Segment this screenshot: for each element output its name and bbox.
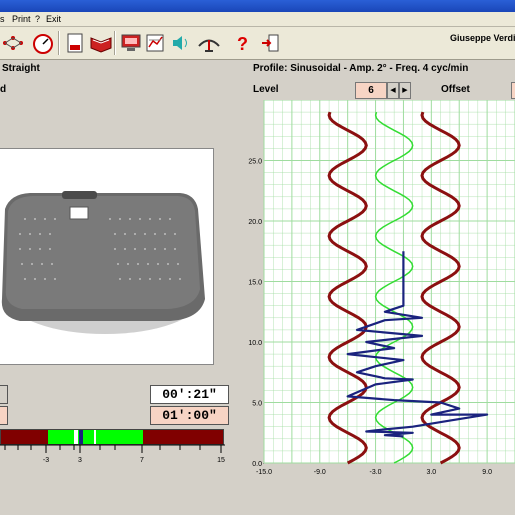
profile-label: Profile: Sinusoidal - Amp. 2° - Freq. 4 … xyxy=(253,63,469,74)
monitor-icon[interactable] xyxy=(118,30,144,56)
level-decrement-button[interactable]: ◀ xyxy=(387,82,399,99)
menu-item-help[interactable]: ? xyxy=(35,14,40,24)
scale-label-neg3: -3 xyxy=(43,457,49,464)
x-tick-label: 9.0 xyxy=(482,469,492,476)
mode-label: Straight xyxy=(2,63,40,74)
x-tick-label: 3.0 xyxy=(426,469,436,476)
title-bar xyxy=(0,0,515,12)
y-tick-label: 10.0 xyxy=(248,340,262,347)
level-label: Level xyxy=(253,84,279,95)
help-icon[interactable]: ? xyxy=(229,30,255,56)
clipboard-icon[interactable] xyxy=(62,30,88,56)
network-icon[interactable] xyxy=(0,30,26,56)
toolbar: ? xyxy=(0,27,515,60)
menu-item-exit[interactable]: Exit xyxy=(46,14,61,24)
balance-icon[interactable] xyxy=(196,30,222,56)
offset-label: Offset xyxy=(441,84,470,95)
balance-scale: -3 3 7 15 xyxy=(0,444,225,464)
x-tick-label: -3.0 xyxy=(370,469,382,476)
total-time: 01':00" xyxy=(150,406,229,425)
y-tick-label: 15.0 xyxy=(248,280,262,287)
y-tick-label: 25.0 xyxy=(248,159,262,166)
menu-item-print[interactable]: Print xyxy=(12,14,31,24)
menu-item-s[interactable]: s xyxy=(0,14,5,24)
svg-text:?: ? xyxy=(237,34,248,54)
speaker-icon[interactable] xyxy=(168,30,194,56)
chart-edit-icon[interactable] xyxy=(143,30,169,56)
platform-image xyxy=(0,148,214,365)
left-box-1 xyxy=(0,385,8,404)
x-tick-label: -15.0 xyxy=(256,469,272,476)
balance-chart: -15.0 -9.0 -3.0 3.0 9.0 0.0 5.0 10.0 15.0 20.0 25.… xyxy=(248,100,515,476)
balance-indicator xyxy=(79,430,83,444)
y-tick-label: 5.0 xyxy=(252,401,262,408)
x-tick-label: -9.0 xyxy=(314,469,326,476)
elapsed-time: 00':21" xyxy=(150,385,229,404)
y-tick-label: 0.0 xyxy=(252,461,262,468)
book-icon[interactable] xyxy=(88,30,114,56)
level-increment-button[interactable]: ▶ xyxy=(399,82,411,99)
y-tick-label: 20.0 xyxy=(248,219,262,226)
user-name: Giuseppe Verdi xyxy=(450,33,515,43)
scale-label-15: 15 xyxy=(217,457,225,464)
balance-bar xyxy=(0,429,224,445)
menu-bar: s Print ? Exit xyxy=(0,12,515,27)
scale-label-7: 7 xyxy=(140,457,144,464)
scale-label-3: 3 xyxy=(78,457,82,464)
left-box-2 xyxy=(0,406,8,425)
level-value[interactable]: 6 xyxy=(355,82,387,99)
sub-label: d xyxy=(0,84,7,95)
offset-field[interactable] xyxy=(511,82,515,99)
gauge-icon[interactable] xyxy=(30,30,56,56)
exit-icon[interactable] xyxy=(258,30,284,56)
